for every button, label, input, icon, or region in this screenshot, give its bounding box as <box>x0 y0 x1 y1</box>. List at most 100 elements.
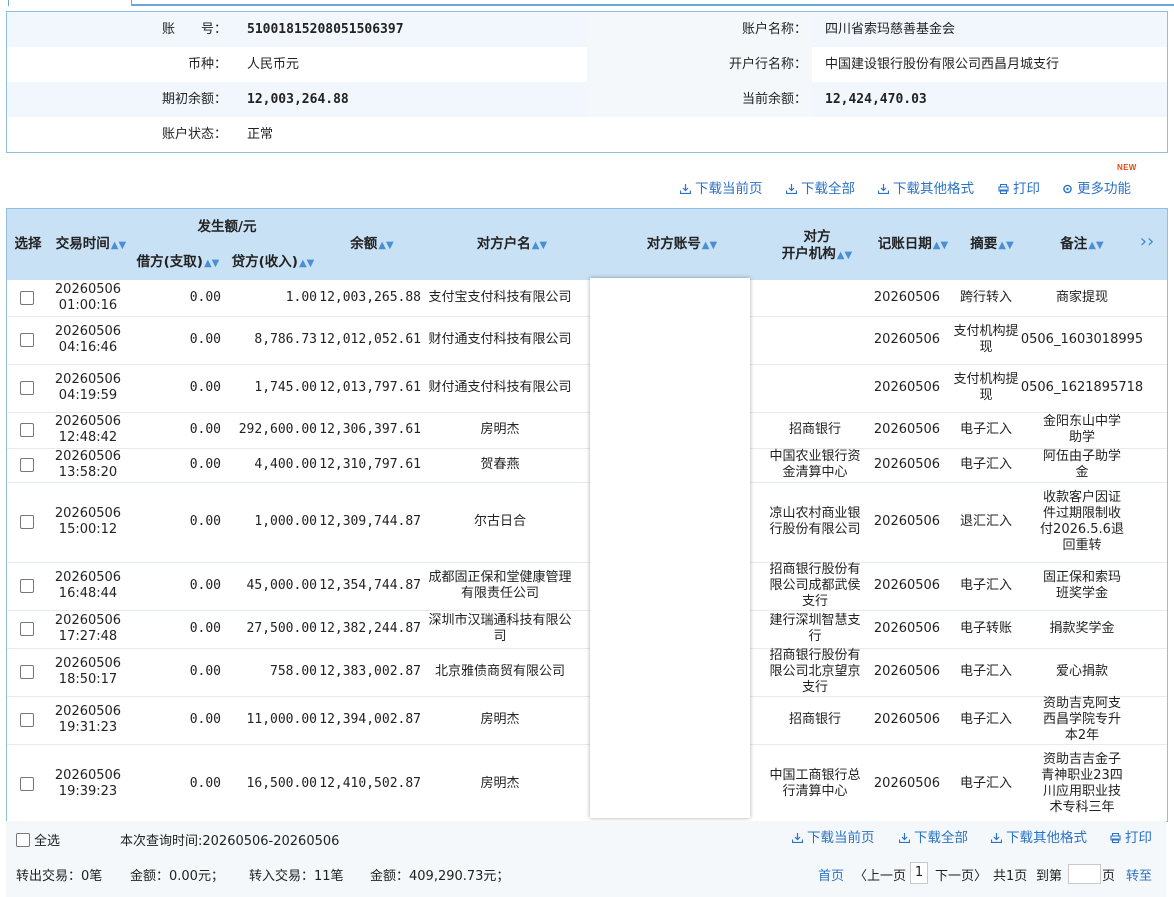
row-checkbox[interactable] <box>20 665 34 679</box>
download-page-label: 下载当前页 <box>695 181 763 197</box>
row-checkbox[interactable] <box>20 333 34 347</box>
footer-download-all-link[interactable]: 下载全部 <box>899 828 968 848</box>
top-tab-strip <box>0 0 1174 6</box>
row-checkbox[interactable] <box>20 579 34 593</box>
cell-bank: 中国工商银行总行清算中心 <box>769 768 861 799</box>
row-checkbox[interactable] <box>20 515 34 529</box>
header-post-date[interactable]: 记账日期▲▼ <box>873 236 953 254</box>
header-counter-name[interactable]: 对方户名▲▼ <box>457 236 567 254</box>
printer-icon <box>1110 833 1121 843</box>
cell-summary: 电子转账 <box>959 621 1012 636</box>
next-page-link[interactable]: 下一页〉 <box>935 865 987 884</box>
grid-footer: 全选 本次查询时间:20260506-20260506 下载当前页 下载全部 下… <box>6 821 1166 897</box>
cell-balance: 12,310,797.61 <box>319 457 421 472</box>
header-counter-account[interactable]: 对方账号▲▼ <box>627 236 737 254</box>
table-row[interactable]: 20260506 15:00:12 0.00 1,000.00 12,309,744.8… <box>7 482 1167 563</box>
table-row[interactable]: 20260506 01:00:16 0.00 1.00 12,003,265.88 支付宝… <box>7 280 1167 317</box>
cell-summary: 支付机构提现 <box>953 324 1019 355</box>
out-amount: 金额：0.00元； <box>130 869 224 884</box>
prev-page-link[interactable]: 〈上一页 <box>854 865 906 884</box>
select-all-checkbox[interactable] <box>16 833 30 847</box>
row-checkbox[interactable] <box>20 713 34 727</box>
row-checkbox[interactable] <box>20 458 34 472</box>
table-row[interactable]: 20260506 19:31:23 0.00 11,000.00 12,394,002.… <box>7 696 1167 745</box>
download-all-link[interactable]: 下载全部 <box>786 179 855 199</box>
cell-credit: 4,400.00 <box>254 457 317 472</box>
table-row[interactable]: 20260506 04:16:46 0.00 8,786.73 12,012,052.6… <box>7 316 1167 365</box>
header-remark-label: 备注 <box>1060 236 1088 252</box>
table-row[interactable]: 20260506 04:19:59 0.00 1,745.00 12,013,797.6… <box>7 364 1167 413</box>
cell-remark: 固正保和索玛班奖学金 <box>1042 570 1121 601</box>
row-checkbox[interactable] <box>20 777 34 791</box>
download-page-link[interactable]: 下载当前页 <box>680 179 763 199</box>
cell-post: 20260506 <box>873 332 941 347</box>
download-icon <box>792 833 803 843</box>
row-checkbox[interactable] <box>20 622 34 636</box>
cell-transaction-time: 20260506 19:39:23 <box>47 744 129 821</box>
cell-debit: 0.00 <box>189 514 221 529</box>
header-counter-bank[interactable]: 对方 开户机构▲▼ <box>767 229 867 264</box>
header-balance[interactable]: 余额▲▼ <box>337 236 407 254</box>
footer-print-label: 打印 <box>1125 830 1152 846</box>
cell-summary: 电子汇入 <box>959 776 1012 791</box>
goto-label: 到第 <box>1036 869 1063 884</box>
row-select-cell <box>7 280 47 316</box>
footer-print-link[interactable]: 打印 <box>1110 828 1152 848</box>
header-summary[interactable]: 摘要▲▼ <box>967 236 1017 254</box>
row-select-cell <box>7 648 47 696</box>
goto-page-input[interactable] <box>1068 864 1101 884</box>
cell-name: 北京雅债商贸有限公司 <box>434 664 565 679</box>
cell-debit: 0.00 <box>189 422 221 437</box>
header-time[interactable]: 交易时间▲▼ <box>51 236 131 254</box>
table-row[interactable]: 20260506 17:27:48 0.00 27,500.00 12,382,244.… <box>7 610 1167 649</box>
row-checkbox[interactable] <box>20 291 34 305</box>
current-page-number[interactable]: 1 <box>910 862 928 884</box>
row-checkbox[interactable] <box>20 423 34 437</box>
cell-post: 20260506 <box>873 776 941 791</box>
table-row[interactable]: 20260506 12:48:42 0.00 292,600.00 12,306,397… <box>7 412 1167 449</box>
cell-post: 20260506 <box>873 457 941 472</box>
footer-download-other-link[interactable]: 下载其他格式 <box>991 828 1087 848</box>
table-row[interactable]: 20260506 16:48:44 0.00 45,000.00 12,354,744.… <box>7 562 1167 611</box>
cell-credit: 27,500.00 <box>246 621 317 636</box>
row-select-cell <box>7 744 47 821</box>
header-select: 选择 <box>14 236 42 252</box>
row-checkbox[interactable] <box>20 381 34 395</box>
header-remark[interactable]: 备注▲▼ <box>1057 236 1107 254</box>
table-row[interactable]: 20260506 13:58:20 0.00 4,400.00 12,310,797.6… <box>7 448 1167 483</box>
footer-download-page-link[interactable]: 下载当前页 <box>792 828 875 848</box>
header-credit[interactable]: 贷方(收入)▲▼ <box>227 254 319 272</box>
scroll-right-columns-icon[interactable]: ›› <box>1131 233 1163 251</box>
currency: 人民币元 <box>247 57 300 72</box>
cell-summary: 跨行转入 <box>959 290 1012 305</box>
cell-summary: 支付机构提现 <box>953 372 1019 403</box>
transaction-date: 20260506 <box>54 768 122 783</box>
select-all[interactable]: 全选 <box>16 830 60 849</box>
sort-icon: ▲▼ <box>836 250 853 261</box>
tab-underline <box>130 4 1174 6</box>
table-row[interactable]: 20260506 19:39:23 0.00 16,500.00 12,410,502.… <box>7 744 1167 821</box>
sort-icon: ▲▼ <box>110 240 127 251</box>
download-icon <box>878 184 889 194</box>
goto-button[interactable]: 转至 <box>1126 865 1152 884</box>
cell-balance: 12,410,502.87 <box>319 776 421 791</box>
first-page-link[interactable]: 首页 <box>818 865 844 884</box>
transaction-clock: 15:00:12 <box>58 522 118 537</box>
header-counter-bank-line2: 开户机构 <box>781 246 836 262</box>
cell-remark: 商家提现 <box>1055 290 1108 305</box>
header-debit[interactable]: 借方(支取)▲▼ <box>129 254 227 272</box>
transaction-clock: 13:58:20 <box>58 465 118 480</box>
cell-remark: 收款客户因证件过期限制收付2026.5.6退回重转 <box>1040 490 1124 553</box>
cell-name: 尔古日合 <box>473 514 526 529</box>
footer-download-all-label: 下载全部 <box>914 830 968 846</box>
active-tab[interactable] <box>8 0 132 6</box>
redaction-overlay <box>590 278 750 818</box>
sort-icon: ▲▼ <box>378 240 394 251</box>
table-row[interactable]: 20260506 18:50:17 0.00 758.00 12,383,002.87 北… <box>7 648 1167 697</box>
cell-debit: 0.00 <box>189 712 221 727</box>
print-link[interactable]: 打印 <box>998 179 1040 199</box>
cell-bank: 招商银行 <box>788 422 841 437</box>
download-other-link[interactable]: 下载其他格式 <box>878 179 974 199</box>
more-functions-link[interactable]: 更多功能 <box>1062 179 1131 199</box>
cell-name: 深圳市汉瑞通科技有限公司 <box>428 613 572 644</box>
